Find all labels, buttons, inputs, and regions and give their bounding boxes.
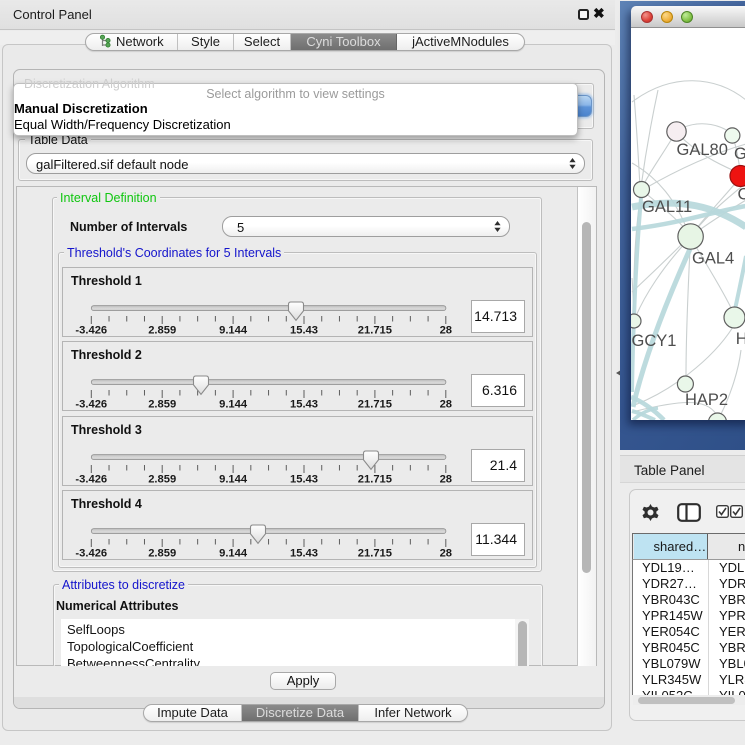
svg-text:GAL4: GAL4 [692,250,734,268]
svg-text:GAL11: GAL11 [642,198,692,216]
svg-text:GAL80: GAL80 [677,141,728,159]
svg-text:HAP2: HAP2 [685,391,728,409]
svg-text:GAL7: GAL7 [734,145,745,163]
svg-text:CD: CD [738,186,745,204]
svg-text:HA: HA [736,330,745,348]
svg-text:GCY1: GCY1 [632,332,677,350]
